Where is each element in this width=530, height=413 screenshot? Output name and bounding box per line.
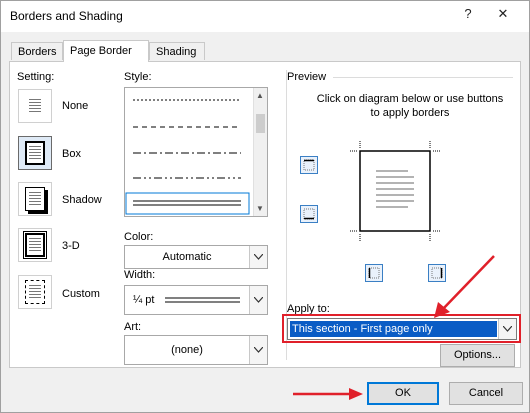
close-button[interactable]: ✕ [495,6,511,24]
page-border-panel: Setting: None Box Shadow 3-D Custom Styl… [9,61,521,368]
border-bottom-icon [303,208,315,220]
window-title: Borders and Shading [10,9,123,23]
title-bar: Borders and Shading ? ✕ [1,1,529,32]
scroll-down-icon[interactable]: ▼ [256,204,264,213]
scroll-thumb[interactable] [256,114,265,133]
tab-borders-label: Borders [18,46,57,58]
chevron-down-icon[interactable] [249,246,267,268]
page-shadow-icon [25,187,45,211]
setting-shadow-icon[interactable] [18,182,52,216]
setting-none-icon[interactable] [18,89,52,123]
width-combo[interactable]: ¼ pt [124,285,268,315]
border-top-button[interactable] [300,156,318,174]
tab-shading-label: Shading [156,46,197,58]
style-listbox[interactable]: ▲ ▼ [124,87,268,217]
setting-box-icon[interactable] [18,136,52,170]
cancel-button[interactable]: Cancel [449,382,523,405]
style-label: Style: [124,71,152,83]
style-scrollbar[interactable]: ▲ ▼ [253,88,267,216]
setting-box-label: Box [62,148,81,160]
chevron-down-icon[interactable] [249,286,267,314]
preview-diagram[interactable] [350,141,440,241]
chevron-down-icon[interactable] [249,336,267,364]
annotation-arrow-icon [293,388,363,400]
setting-label: Setting: [17,71,55,83]
page-custom-icon [25,280,45,304]
border-left-icon [368,267,380,279]
page-none-icon [25,94,45,118]
tab-borders[interactable]: Borders [11,42,63,60]
art-value: (none) [171,344,203,356]
annotation-arrow-icon [434,255,495,318]
preview-rule [333,77,513,78]
art-combo[interactable]: (none) [124,335,268,365]
setting-none-label: None [62,100,89,112]
border-bottom-button[interactable] [300,205,318,223]
preview-instructions: Click on diagram below or use buttons to… [316,93,504,119]
help-button[interactable]: ? [460,6,476,24]
preview-label: Preview [287,71,327,83]
border-top-icon [303,159,315,171]
setting-custom-icon[interactable] [18,275,52,309]
color-combo[interactable]: Automatic [124,245,268,269]
options-button[interactable]: Options... [440,344,515,367]
width-label: Width: [124,269,156,281]
color-value: Automatic [162,251,212,263]
page-box-icon [25,141,45,165]
border-left-button[interactable] [365,264,383,282]
tab-shading[interactable]: Shading [149,42,205,60]
color-label: Color: [124,231,154,243]
page-3d-icon [23,231,47,259]
art-label: Art: [124,321,142,333]
borders-and-shading-dialog: Borders and Shading ? ✕ Borders Page Bor… [0,0,530,413]
setting-3d-label: 3-D [62,240,80,252]
tab-page-border-label: Page Border [70,45,132,57]
width-value: ¼ pt [133,294,155,306]
width-line-sample [165,297,240,303]
line-style-samples [125,99,250,215]
setting-shadow-label: Shadow [62,194,102,206]
ok-button[interactable]: OK [367,382,439,405]
scroll-up-icon[interactable]: ▲ [256,91,264,100]
setting-3d-icon[interactable] [18,228,52,262]
tab-page-border[interactable]: Page Border [63,40,149,62]
setting-custom-label: Custom [62,288,100,300]
